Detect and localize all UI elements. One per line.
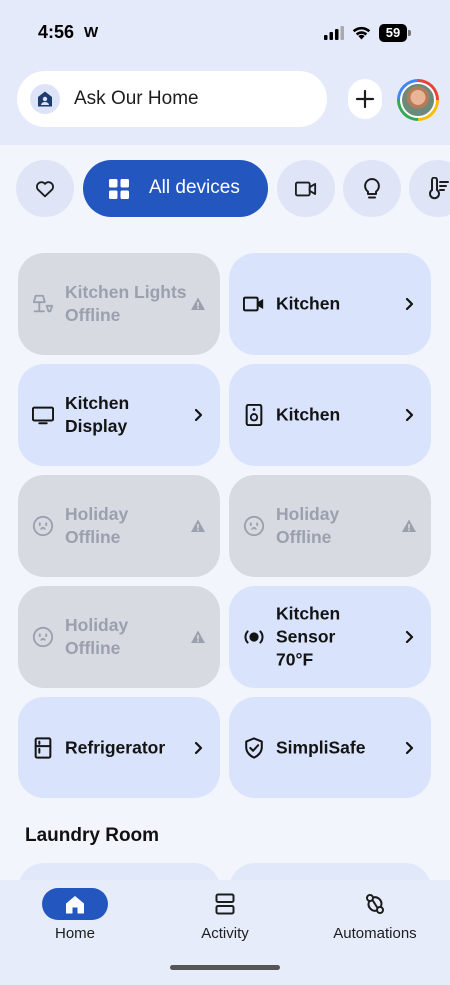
light-bulb-icon (364, 178, 380, 199)
outlet-icon (243, 515, 265, 537)
climate-chip[interactable] (409, 160, 450, 217)
carrier-glyph: W (84, 24, 99, 41)
battery-level: 59 (379, 24, 407, 42)
chevron-right-icon (194, 741, 203, 754)
cellular-signal-icon (324, 26, 344, 40)
nav-automations[interactable]: Automations (300, 880, 450, 960)
shield-icon (245, 736, 263, 759)
device-name: Holiday Offline (276, 504, 340, 547)
device-tile-kitchen-display[interactable]: Kitchen Display (18, 364, 220, 466)
device-tile-simplisafe[interactable]: SimpliSafe (229, 697, 431, 798)
device-tile-kitchen-camera[interactable]: Kitchen (229, 253, 431, 355)
cameras-chip[interactable] (277, 160, 335, 217)
device-name: Holiday Offline (65, 615, 129, 658)
home-icon (66, 896, 84, 914)
device-name: Refrigerator (65, 737, 166, 757)
warning-icon (191, 630, 205, 643)
device-name: Kitchen (276, 293, 341, 314)
nav-activity-label: Activity (201, 925, 249, 942)
device-name: Holiday Offline (65, 504, 129, 547)
status-bar: 4:56 W 59 (0, 0, 450, 60)
nav-home-label: Home (54, 925, 95, 942)
refrigerator-icon (34, 736, 52, 759)
outlet-icon (32, 515, 54, 537)
all-devices-chip[interactable]: All devices (83, 160, 268, 217)
home-indicator[interactable] (170, 965, 280, 970)
device-name: SimpliSafe (276, 737, 366, 757)
automations-icon (366, 894, 384, 914)
all-devices-label: All devices (149, 177, 240, 198)
section-title-laundry-room: Laundry Room (25, 825, 160, 846)
sensor-reading: 70°F (276, 649, 314, 670)
chevron-right-icon (405, 741, 414, 754)
chevron-right-icon (405, 630, 414, 644)
device-tile-kitchen-lights[interactable]: Kitchen Lights Offline (18, 253, 220, 355)
device-tile-kitchen-sensor[interactable]: Kitchen Sensor 70°F (229, 586, 431, 688)
avatar-photo (400, 82, 436, 118)
device-name: Kitchen Lights Offline (65, 282, 187, 325)
device-tile-refrigerator[interactable]: Refrigerator (18, 697, 220, 798)
activity-icon (215, 893, 235, 915)
lights-chip[interactable] (343, 160, 401, 217)
camera-icon (295, 181, 317, 197)
plus-icon (355, 89, 375, 109)
warning-icon (402, 519, 416, 532)
account-avatar[interactable] (397, 79, 439, 121)
status-time: 4:56 (38, 22, 75, 42)
device-name: Kitchen (276, 404, 341, 425)
favorites-chip[interactable] (16, 160, 74, 217)
heart-icon (36, 181, 54, 198)
grid-icon (109, 179, 129, 199)
chevron-right-icon (405, 297, 414, 311)
nav-home[interactable]: Home (0, 880, 150, 960)
sensor-icon (244, 630, 264, 644)
lamp-icon (32, 294, 54, 313)
battery-icon: 59 (379, 24, 411, 42)
device-tile-holiday-2[interactable]: Holiday Offline (229, 475, 431, 577)
outlet-icon (32, 626, 54, 648)
nav-automations-label: Automations (333, 925, 417, 942)
home-assistant-icon (30, 84, 60, 114)
chevron-right-icon (194, 408, 203, 422)
device-tile-holiday-1[interactable]: Holiday Offline (18, 475, 220, 577)
ask-home-search-bar[interactable]: Ask Our Home (17, 71, 327, 127)
add-button[interactable] (348, 79, 382, 119)
ask-home-label: Ask Our Home (74, 88, 199, 109)
warning-icon (191, 297, 205, 310)
display-icon (32, 406, 54, 425)
nav-activity[interactable]: Activity (150, 880, 300, 960)
device-name: Kitchen Sensor 70°F (276, 603, 341, 670)
speaker-icon (245, 404, 263, 426)
thermostat-icon (429, 177, 449, 200)
camera-icon (243, 296, 264, 312)
warning-icon (191, 519, 205, 532)
chevron-right-icon (405, 408, 414, 422)
wifi-icon (352, 26, 371, 40)
device-tile-holiday-3[interactable]: Holiday Offline (18, 586, 220, 688)
device-name: Kitchen Display (65, 393, 130, 436)
device-tile-kitchen-speaker[interactable]: Kitchen (229, 364, 431, 466)
